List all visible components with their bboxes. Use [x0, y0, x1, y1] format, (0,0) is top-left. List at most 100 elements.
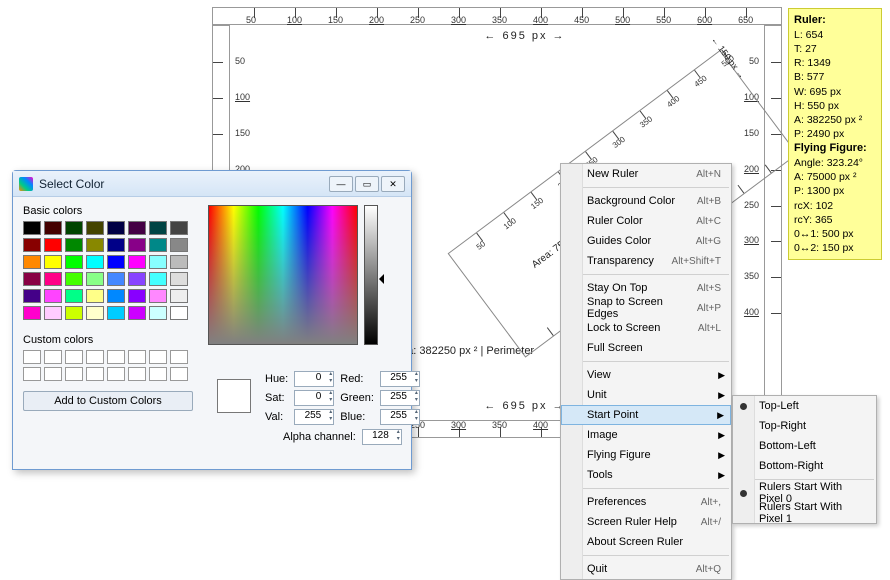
menu-preferences[interactable]: PreferencesAlt+,: [561, 492, 731, 512]
submenu-rulers-start-with-pixel-1[interactable]: Rulers Start With Pixel 1: [733, 503, 876, 523]
swatch[interactable]: [23, 238, 41, 252]
menu-full-screen[interactable]: Full Screen: [561, 338, 731, 358]
menu-view[interactable]: View▶: [561, 365, 731, 385]
custom-colors-grid[interactable]: [23, 350, 198, 381]
swatch[interactable]: [86, 289, 104, 303]
minimize-button[interactable]: —: [329, 176, 353, 192]
swatch[interactable]: [170, 306, 188, 320]
blue-field[interactable]: 255: [380, 409, 420, 425]
swatch[interactable]: [23, 289, 41, 303]
ruler-right[interactable]: 50100150200250300350400: [764, 25, 782, 420]
swatch[interactable]: [107, 289, 125, 303]
swatch[interactable]: [128, 221, 146, 235]
menu-screen-ruler-help[interactable]: Screen Ruler HelpAlt+/: [561, 512, 731, 532]
color-fields: Hue:0 Red:255 Sat:0 Green:255 Val:255 Bl…: [265, 371, 420, 425]
swatch[interactable]: [149, 255, 167, 269]
swatch[interactable]: [170, 255, 188, 269]
swatch[interactable]: [65, 306, 83, 320]
add-custom-button[interactable]: Add to Custom Colors: [23, 391, 193, 411]
swatch[interactable]: [149, 272, 167, 286]
val-field[interactable]: 255: [294, 409, 334, 425]
swatch[interactable]: [128, 306, 146, 320]
maximize-button[interactable]: ▭: [355, 176, 379, 192]
swatch[interactable]: [128, 272, 146, 286]
swatch[interactable]: [149, 238, 167, 252]
submenu-rulers-start-with-pixel-0[interactable]: Rulers Start With Pixel 0: [733, 483, 876, 503]
swatch[interactable]: [170, 272, 188, 286]
menu-transparency[interactable]: TransparencyAlt+Shift+T: [561, 251, 731, 271]
info-h1: Ruler:: [794, 14, 826, 26]
hue-field[interactable]: 0: [294, 371, 334, 387]
menu-new-ruler[interactable]: New RulerAlt+N: [561, 164, 731, 184]
menu-snap-to-screen-edges[interactable]: Snap to Screen EdgesAlt+P: [561, 298, 731, 318]
dialog-titlebar[interactable]: Select Color — ▭ ✕: [13, 171, 411, 197]
swatch[interactable]: [170, 221, 188, 235]
swatch[interactable]: [128, 289, 146, 303]
swatch[interactable]: [65, 289, 83, 303]
swatch[interactable]: [44, 306, 62, 320]
info-h2: Flying Figure:: [794, 142, 867, 154]
context-menu[interactable]: New RulerAlt+N Background ColorAlt+BRuler…: [560, 163, 732, 580]
swatch[interactable]: [86, 306, 104, 320]
custom-swatch[interactable]: [23, 350, 41, 364]
swatch[interactable]: [107, 238, 125, 252]
swatch[interactable]: [86, 238, 104, 252]
menu-flying-figure[interactable]: Flying Figure▶: [561, 445, 731, 465]
swatch[interactable]: [170, 289, 188, 303]
menu-unit[interactable]: Unit▶: [561, 385, 731, 405]
swatch[interactable]: [23, 306, 41, 320]
menu-background-color[interactable]: Background ColorAlt+B: [561, 191, 731, 211]
swatch[interactable]: [65, 238, 83, 252]
swatch[interactable]: [44, 221, 62, 235]
swatch[interactable]: [128, 255, 146, 269]
submenu-bottom-right[interactable]: Bottom-Right: [733, 456, 876, 476]
ruler-top[interactable]: 50100150200250300350400450500550600650: [212, 7, 782, 25]
menu-ruler-color[interactable]: Ruler ColorAlt+C: [561, 211, 731, 231]
swatch[interactable]: [128, 238, 146, 252]
swatch[interactable]: [23, 255, 41, 269]
swatch[interactable]: [149, 306, 167, 320]
swatch[interactable]: [149, 221, 167, 235]
swatch[interactable]: [44, 238, 62, 252]
swatch[interactable]: [65, 255, 83, 269]
swatch[interactable]: [44, 272, 62, 286]
value-strip[interactable]: [364, 205, 378, 345]
swatch[interactable]: [86, 272, 104, 286]
swatch[interactable]: [44, 289, 62, 303]
swatch[interactable]: [65, 272, 83, 286]
menu-image[interactable]: Image▶: [561, 425, 731, 445]
swatch[interactable]: [107, 272, 125, 286]
info-panel: Ruler: L: 654T: 27R: 1349B: 577 W: 695 p…: [788, 8, 882, 260]
swatch[interactable]: [86, 221, 104, 235]
menu-tools[interactable]: Tools▶: [561, 465, 731, 485]
swatch[interactable]: [107, 221, 125, 235]
swatch[interactable]: [107, 306, 125, 320]
select-color-dialog[interactable]: Select Color — ▭ ✕ Basic colors Custom c…: [12, 170, 412, 470]
submenu-top-right[interactable]: Top-Right: [733, 416, 876, 436]
swatch[interactable]: [170, 238, 188, 252]
color-gradient[interactable]: [208, 205, 358, 345]
alpha-field[interactable]: 128: [362, 429, 402, 445]
red-field[interactable]: 255: [380, 371, 420, 387]
menu-guides-color[interactable]: Guides ColorAlt+G: [561, 231, 731, 251]
sat-field[interactable]: 0: [294, 390, 334, 406]
submenu-start-point[interactable]: Top-LeftTop-RightBottom-LeftBottom-Right…: [732, 395, 877, 524]
swatch[interactable]: [23, 272, 41, 286]
custom-colors-label: Custom colors: [23, 334, 198, 346]
green-field[interactable]: 255: [380, 390, 420, 406]
swatch[interactable]: [65, 221, 83, 235]
submenu-bottom-left[interactable]: Bottom-Left: [733, 436, 876, 456]
menu-start-point[interactable]: Start Point▶: [561, 405, 731, 425]
swatch[interactable]: [149, 289, 167, 303]
swatch[interactable]: [23, 221, 41, 235]
menu-lock-to-screen[interactable]: Lock to ScreenAlt+L: [561, 318, 731, 338]
swatch[interactable]: [86, 255, 104, 269]
swatch[interactable]: [44, 255, 62, 269]
basic-colors-grid[interactable]: [23, 221, 198, 320]
swatch[interactable]: [107, 255, 125, 269]
menu-quit[interactable]: QuitAlt+Q: [561, 559, 731, 579]
menu-stay-on-top[interactable]: Stay On TopAlt+S: [561, 278, 731, 298]
submenu-top-left[interactable]: Top-Left: [733, 396, 876, 416]
close-button[interactable]: ✕: [381, 176, 405, 192]
menu-about-screen-ruler[interactable]: About Screen Ruler: [561, 532, 731, 552]
